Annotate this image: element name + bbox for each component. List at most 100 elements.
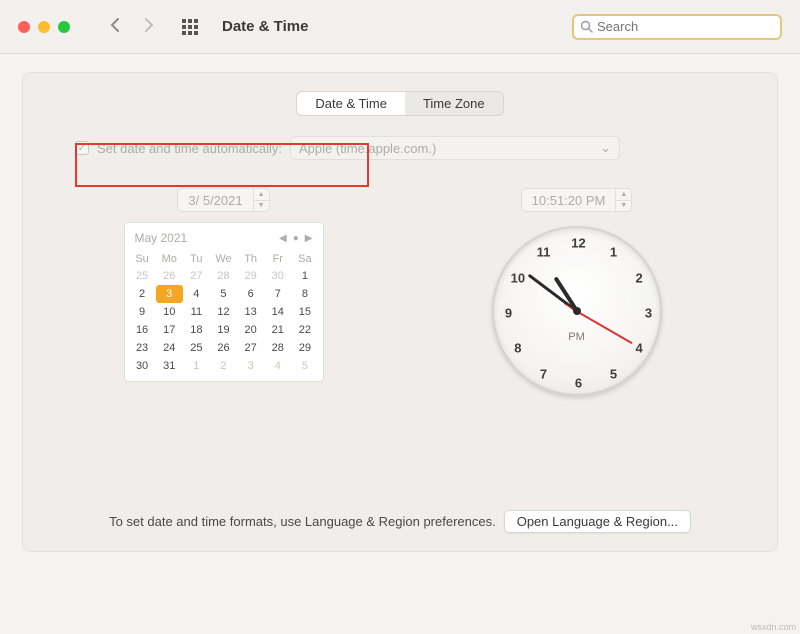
calendar-dow: Sa	[291, 251, 318, 267]
calendar-month-label: May 2021	[135, 231, 188, 245]
date-step-up[interactable]: ▲	[254, 189, 269, 201]
calendar-day[interactable]: 11	[183, 303, 210, 321]
clock-number: 12	[569, 236, 589, 251]
date-stepper[interactable]: 3/ 5/2021 ▲ ▼	[177, 188, 269, 212]
calendar-day[interactable]: 31	[156, 357, 183, 375]
clock-number: 5	[604, 366, 624, 381]
auto-datetime-row: ✓ Set date and time automatically: Apple…	[75, 136, 755, 160]
calendar-day[interactable]: 29	[237, 267, 264, 285]
watermark: wsxdn.com	[751, 622, 796, 632]
calendar-day[interactable]: 9	[129, 303, 156, 321]
time-stepper[interactable]: 10:51:20 PM ▲ ▼	[521, 188, 633, 212]
calendar-day[interactable]: 12	[210, 303, 237, 321]
calendar-day[interactable]: 28	[210, 267, 237, 285]
calendar-day[interactable]: 25	[183, 339, 210, 357]
calendar-day[interactable]: 13	[237, 303, 264, 321]
calendar-day[interactable]: 21	[264, 321, 291, 339]
date-step-down[interactable]: ▼	[254, 201, 269, 212]
clock-number: 7	[534, 366, 554, 381]
clock-number: 2	[629, 271, 649, 286]
footer-hint: To set date and time formats, use Langua…	[109, 514, 496, 529]
clock-ampm-label: PM	[568, 331, 585, 343]
calendar-day[interactable]: 27	[237, 339, 264, 357]
clock-number: 1	[604, 245, 624, 260]
tab-time-zone[interactable]: Time Zone	[405, 92, 503, 115]
calendar-dow: Th	[237, 251, 264, 267]
clock-number: 10	[508, 271, 528, 286]
back-button[interactable]	[110, 17, 120, 36]
calendar-dow: Tu	[183, 251, 210, 267]
time-server-select[interactable]: Apple (time.apple.com.) ⌄	[290, 136, 620, 160]
time-stepper-buttons[interactable]: ▲ ▼	[615, 189, 631, 211]
forward-button[interactable]	[144, 17, 154, 36]
open-language-region-button[interactable]: Open Language & Region...	[504, 510, 691, 533]
calendar-day[interactable]: 4	[264, 357, 291, 375]
calendar-day[interactable]: 3	[237, 357, 264, 375]
analog-clock: PM 121234567891011	[492, 226, 662, 396]
close-window-button[interactable]	[18, 21, 30, 33]
search-field[interactable]	[572, 14, 782, 40]
tab-date-time[interactable]: Date & Time	[297, 92, 405, 115]
calendar-day[interactable]: 10	[156, 303, 183, 321]
calendar-day[interactable]: 27	[183, 267, 210, 285]
calendar[interactable]: May 2021 ◀ ● ▶ SuMoTuWeThFrSa25262728293…	[124, 222, 324, 382]
time-step-down[interactable]: ▼	[616, 201, 631, 212]
calendar-day[interactable]: 15	[291, 303, 318, 321]
calendar-day[interactable]: 30	[129, 357, 156, 375]
date-value: 3/ 5/2021	[178, 193, 252, 208]
calendar-day[interactable]: 25	[129, 267, 156, 285]
calendar-day[interactable]: 26	[210, 339, 237, 357]
calendar-dow: Su	[129, 251, 156, 267]
calendar-dow: Fr	[264, 251, 291, 267]
calendar-day[interactable]: 22	[291, 321, 318, 339]
calendar-day[interactable]: 1	[183, 357, 210, 375]
calendar-day[interactable]: 5	[210, 285, 237, 303]
auto-datetime-label: Set date and time automatically:	[97, 141, 282, 156]
calendar-day[interactable]: 3	[156, 285, 183, 303]
show-all-prefs-button[interactable]	[182, 19, 198, 35]
calendar-day[interactable]: 30	[264, 267, 291, 285]
auto-datetime-checkbox[interactable]: ✓	[75, 141, 89, 155]
date-stepper-buttons[interactable]: ▲ ▼	[253, 189, 269, 211]
calendar-day[interactable]: 16	[129, 321, 156, 339]
footer-row: To set date and time formats, use Langua…	[23, 510, 777, 533]
zoom-window-button[interactable]	[58, 21, 70, 33]
clock-number: 8	[508, 341, 528, 356]
calendar-day[interactable]: 2	[210, 357, 237, 375]
clock-number: 9	[499, 306, 519, 321]
clock-center	[573, 307, 581, 315]
calendar-next-icon[interactable]: ▶	[305, 233, 313, 244]
calendar-day[interactable]: 7	[264, 285, 291, 303]
window-title: Date & Time	[222, 18, 562, 35]
calendar-day[interactable]: 1	[291, 267, 318, 285]
calendar-dow: We	[210, 251, 237, 267]
calendar-day[interactable]: 28	[264, 339, 291, 357]
clock-number: 11	[534, 245, 554, 260]
calendar-day[interactable]: 20	[237, 321, 264, 339]
preferences-pane: Date & Time Time Zone ✓ Set date and tim…	[22, 72, 778, 552]
time-step-up[interactable]: ▲	[616, 189, 631, 201]
calendar-day[interactable]: 4	[183, 285, 210, 303]
calendar-day[interactable]: 18	[183, 321, 210, 339]
clock-number: 3	[639, 306, 659, 321]
calendar-day[interactable]: 17	[156, 321, 183, 339]
calendar-prev-icon[interactable]: ◀	[279, 233, 287, 244]
tab-bar: Date & Time Time Zone	[37, 91, 763, 116]
calendar-day[interactable]: 26	[156, 267, 183, 285]
nav-arrows	[110, 17, 154, 36]
calendar-dow: Mo	[156, 251, 183, 267]
toolbar: Date & Time	[0, 0, 800, 54]
calendar-day[interactable]: 23	[129, 339, 156, 357]
calendar-day[interactable]: 2	[129, 285, 156, 303]
calendar-day[interactable]: 24	[156, 339, 183, 357]
calendar-today-icon[interactable]: ●	[293, 233, 299, 244]
calendar-day[interactable]: 8	[291, 285, 318, 303]
calendar-day[interactable]: 6	[237, 285, 264, 303]
calendar-day[interactable]: 14	[264, 303, 291, 321]
search-input[interactable]	[597, 19, 774, 34]
calendar-day[interactable]: 19	[210, 321, 237, 339]
calendar-day[interactable]: 29	[291, 339, 318, 357]
time-server-value: Apple (time.apple.com.)	[299, 141, 436, 156]
minimize-window-button[interactable]	[38, 21, 50, 33]
calendar-day[interactable]: 5	[291, 357, 318, 375]
